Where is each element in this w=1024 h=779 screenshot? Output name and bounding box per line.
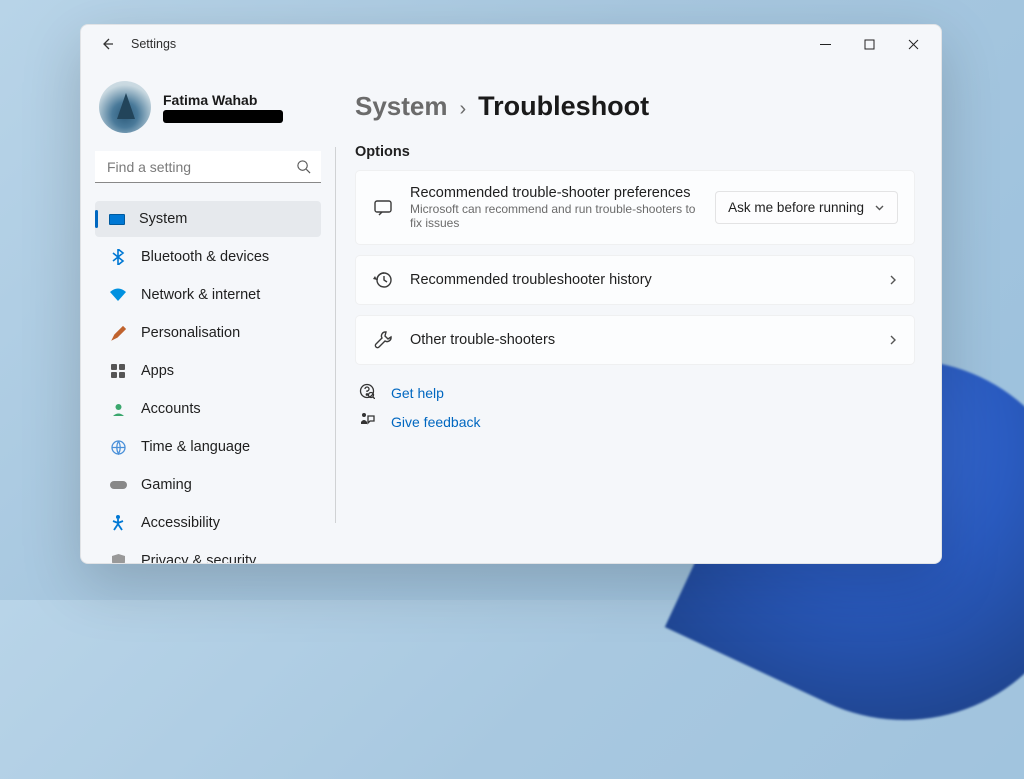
profile-email-redacted [163, 110, 283, 123]
minimize-button[interactable] [803, 28, 847, 60]
sidebar-item-label: Network & internet [141, 287, 260, 303]
back-arrow-icon [99, 36, 115, 52]
sidebar-item-label: Accounts [141, 401, 201, 417]
chevron-down-icon [874, 202, 885, 213]
sidebar-item-label: Time & language [141, 439, 250, 455]
history-icon [372, 270, 394, 290]
dropdown-value: Ask me before running [728, 200, 864, 215]
help-link-label: Get help [391, 385, 444, 401]
give-feedback-link[interactable]: Give feedback [355, 412, 915, 431]
sidebar-item-bluetooth[interactable]: Bluetooth & devices [95, 239, 321, 275]
help-icon [359, 383, 377, 402]
card-subtitle: Microsoft can recommend and run trouble-… [410, 202, 699, 230]
paintbrush-icon [109, 324, 127, 342]
sidebar-item-accessibility[interactable]: Accessibility [95, 505, 321, 541]
breadcrumb: System › Troubleshoot [355, 91, 915, 122]
sidebar-item-apps[interactable]: Apps [95, 353, 321, 389]
globe-icon [109, 438, 127, 456]
get-help-link[interactable]: Get help [355, 383, 915, 402]
maximize-icon [864, 39, 875, 50]
breadcrumb-parent[interactable]: System [355, 91, 448, 122]
sidebar-item-label: Accessibility [141, 515, 220, 531]
back-button[interactable] [93, 30, 121, 58]
titlebar: Settings [81, 25, 941, 63]
sidebar-item-gaming[interactable]: Gaming [95, 467, 321, 503]
chat-icon [372, 198, 394, 218]
sidebar-item-label: Privacy & security [141, 553, 256, 563]
sidebar-item-label: Personalisation [141, 325, 240, 341]
window-content: Fatima Wahab System [81, 63, 941, 563]
wrench-icon [372, 330, 394, 350]
sidebar-item-system[interactable]: System [95, 201, 321, 237]
wifi-icon [109, 286, 127, 304]
feedback-icon [359, 412, 377, 431]
sidebar-item-label: System [139, 211, 187, 227]
search-box [95, 151, 321, 183]
card-body: Recommended trouble-shooter preferences … [410, 185, 699, 230]
avatar [99, 81, 151, 133]
options-heading: Options [355, 144, 915, 160]
card-title: Recommended trouble-shooter preferences [410, 185, 699, 201]
breadcrumb-separator: › [460, 98, 467, 121]
close-button[interactable] [891, 28, 935, 60]
sidebar-item-label: Gaming [141, 477, 192, 493]
search-icon [296, 159, 311, 179]
bluetooth-icon [109, 248, 127, 266]
nav-list: System Bluetooth & devices Network & int… [95, 201, 321, 563]
sidebar-item-privacy[interactable]: Privacy & security [95, 543, 321, 563]
chevron-right-icon [887, 333, 898, 347]
sidebar-item-label: Bluetooth & devices [141, 249, 269, 265]
card-title: Recommended troubleshooter history [410, 272, 871, 288]
minimize-icon [820, 39, 831, 50]
shield-icon [109, 552, 127, 563]
vertical-divider [335, 147, 336, 523]
sidebar-item-time[interactable]: Time & language [95, 429, 321, 465]
card-history[interactable]: Recommended troubleshooter history [355, 255, 915, 305]
profile-text: Fatima Wahab [163, 92, 283, 123]
app-title: Settings [131, 37, 176, 51]
help-links: Get help Give feedback [355, 383, 915, 431]
main-panel: System › Troubleshoot Options Recommende… [335, 63, 941, 563]
window-controls [803, 28, 935, 60]
page-title: Troubleshoot [478, 91, 649, 122]
sidebar: Fatima Wahab System [81, 63, 335, 563]
sidebar-item-network[interactable]: Network & internet [95, 277, 321, 313]
card-other[interactable]: Other trouble-shooters [355, 315, 915, 365]
card-body: Recommended troubleshooter history [410, 272, 871, 288]
profile-name: Fatima Wahab [163, 92, 283, 108]
card-title: Other trouble-shooters [410, 332, 871, 348]
search-input[interactable] [95, 151, 321, 183]
help-link-label: Give feedback [391, 414, 481, 430]
accessibility-icon [109, 514, 127, 532]
card-body: Other trouble-shooters [410, 332, 871, 348]
settings-window: Settings Fatima Wahab [80, 24, 942, 564]
gaming-icon [109, 476, 127, 494]
preferences-dropdown[interactable]: Ask me before running [715, 191, 898, 224]
sidebar-item-accounts[interactable]: Accounts [95, 391, 321, 427]
sidebar-item-personalisation[interactable]: Personalisation [95, 315, 321, 351]
chevron-right-icon [887, 273, 898, 287]
maximize-button[interactable] [847, 28, 891, 60]
card-preferences: Recommended trouble-shooter preferences … [355, 170, 915, 245]
accounts-icon [109, 400, 127, 418]
system-icon [109, 214, 125, 225]
apps-icon [109, 362, 127, 380]
close-icon [908, 39, 919, 50]
profile-block[interactable]: Fatima Wahab [99, 81, 317, 133]
sidebar-item-label: Apps [141, 363, 174, 379]
